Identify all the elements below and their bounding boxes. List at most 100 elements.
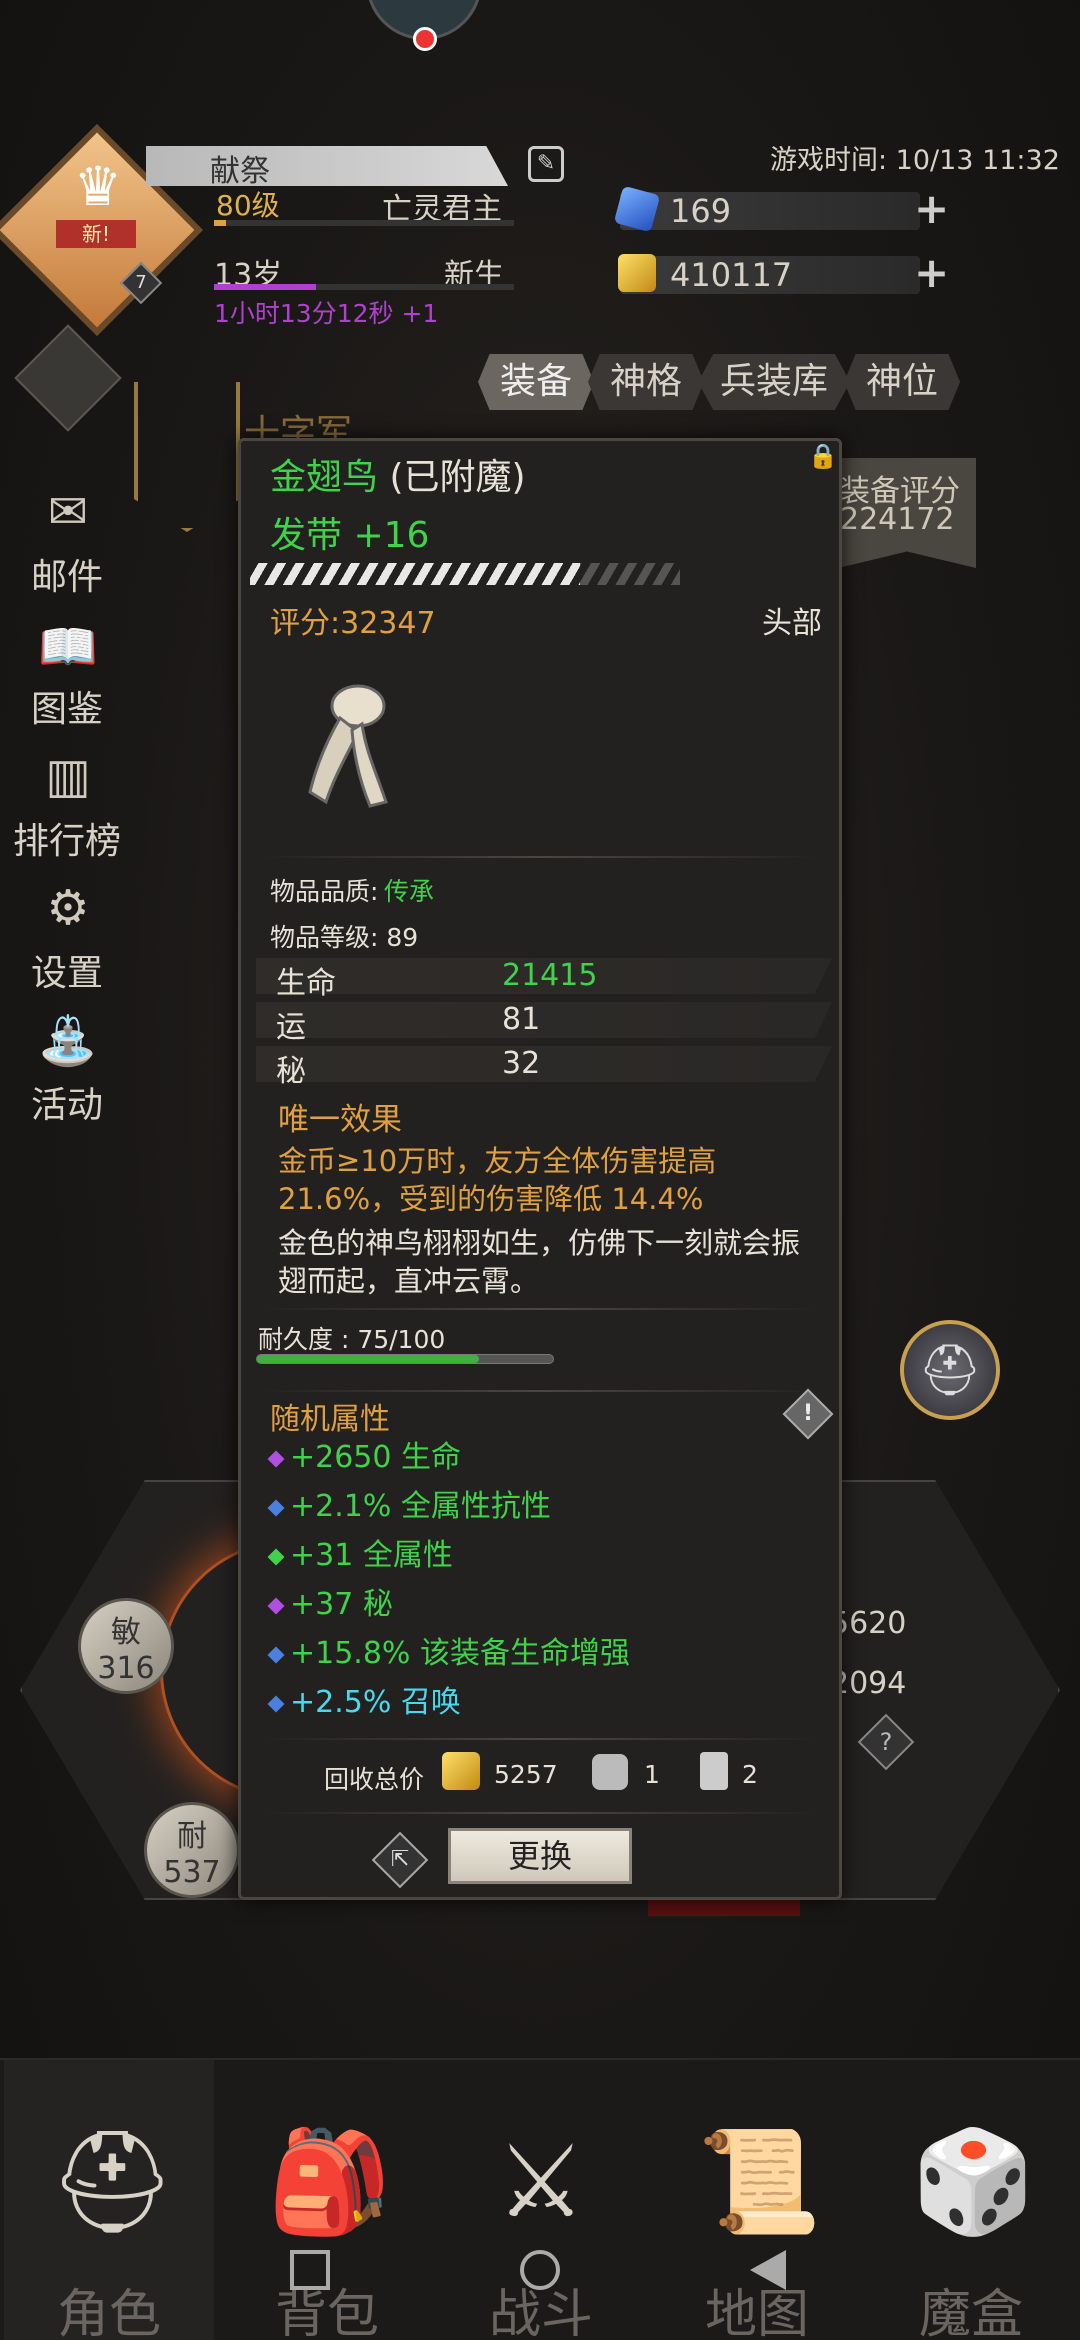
endurance-value: 537 bbox=[163, 1855, 221, 1890]
book-icon[interactable]: 📖 bbox=[30, 618, 106, 688]
salvage-material-1: 1 bbox=[644, 1760, 660, 1789]
divider bbox=[260, 1390, 820, 1392]
sword-shield-icon: ⚔ bbox=[496, 2123, 586, 2240]
flavor-text: 金色的神鸟栩栩如生，仿佛下一刻就会振翅而起，直冲云霄。 bbox=[278, 1226, 801, 1298]
gold-coin-icon bbox=[618, 254, 656, 292]
tab-equipment[interactable]: 装备 bbox=[478, 354, 595, 410]
notification-dot bbox=[413, 27, 437, 51]
tab-armory[interactable]: 兵装库 bbox=[698, 354, 851, 410]
edit-icon[interactable]: ✎ bbox=[528, 146, 564, 182]
sidebar-item-leaderboard[interactable]: 排行榜 bbox=[12, 812, 122, 864]
quality-label: 物品品质: bbox=[270, 877, 379, 906]
name-bar bbox=[146, 146, 508, 186]
gear-icon[interactable]: ⚙ bbox=[30, 880, 106, 950]
random-attribute: +37 秘 bbox=[267, 1579, 393, 1623]
gem-icon bbox=[267, 1646, 285, 1663]
level-progress-bar bbox=[214, 220, 514, 226]
crown-icon: ♛ bbox=[73, 155, 123, 218]
new-badge: 新! bbox=[56, 220, 136, 248]
divider bbox=[260, 856, 820, 858]
divider bbox=[260, 1812, 820, 1814]
item-name-main: 金翅鸟 bbox=[270, 457, 379, 498]
add-gold-button[interactable]: + bbox=[914, 248, 949, 297]
salvage-gold: 5257 bbox=[494, 1760, 558, 1789]
durability-bar bbox=[256, 1354, 554, 1364]
tab-divinity[interactable]: 神格 bbox=[588, 354, 705, 410]
stat-name: 生命 bbox=[276, 966, 336, 1001]
random-attribute: +2650 生命 bbox=[267, 1432, 461, 1476]
magic-box-icon: 🎲 bbox=[911, 2123, 1036, 2240]
age-progress-bar bbox=[214, 284, 514, 290]
quality-value: 传承 bbox=[384, 877, 435, 906]
random-attribute: +2.1% 全属性抗性 bbox=[267, 1481, 551, 1525]
helmet-icon: ⛑ bbox=[49, 2123, 176, 2240]
nav-battle[interactable]: ⚔ 战斗 bbox=[436, 2060, 646, 2340]
nav-label: 魔盒 bbox=[918, 2285, 1023, 2340]
home-button[interactable] bbox=[520, 2250, 560, 2290]
stat-row bbox=[256, 1002, 832, 1038]
top-avatar[interactable] bbox=[366, 0, 482, 51]
chart-icon[interactable]: ▥ bbox=[30, 748, 106, 818]
gem-icon bbox=[267, 1450, 285, 1467]
helmet-badge-icon[interactable]: ⛑ bbox=[900, 1320, 1000, 1420]
sidebar-item-mail[interactable]: 邮件 bbox=[12, 548, 122, 600]
unique-effect-title: 唯一效果 bbox=[278, 1102, 402, 1138]
stat-row bbox=[256, 1046, 832, 1082]
gem-count: 169 bbox=[670, 192, 732, 230]
item-level: 物品等级: 89 bbox=[270, 923, 419, 952]
salvage-label: 回收总价 bbox=[324, 1765, 425, 1794]
sidebar-item-album[interactable]: 图鉴 bbox=[12, 680, 122, 732]
durability-fill bbox=[257, 1355, 479, 1363]
stat-name: 秘 bbox=[276, 1054, 306, 1089]
class-banner bbox=[134, 382, 240, 532]
enchant-progress-bar bbox=[250, 563, 680, 585]
item-slot: 头部 bbox=[762, 606, 822, 641]
collapse-menu-button[interactable] bbox=[14, 324, 122, 432]
stat-value: 81 bbox=[502, 1002, 541, 1037]
item-name-suffix: (已附魔) bbox=[389, 457, 526, 498]
gold-count: 410117 bbox=[670, 256, 793, 294]
gem-icon bbox=[267, 1548, 285, 1565]
recent-apps-button[interactable] bbox=[290, 2250, 330, 2290]
gem-bar bbox=[620, 192, 920, 230]
stat-name: 运 bbox=[276, 1010, 306, 1045]
gem-icon bbox=[267, 1499, 285, 1516]
divider bbox=[260, 1308, 820, 1310]
add-gems-button[interactable]: + bbox=[914, 184, 949, 233]
item-name: 金翅鸟 (已附魔) bbox=[270, 448, 526, 500]
item-type: 发带 +16 bbox=[270, 515, 430, 556]
divider bbox=[260, 1738, 820, 1740]
sidebar-item-settings[interactable]: 设置 bbox=[12, 944, 122, 996]
gem-icon bbox=[267, 1695, 285, 1712]
durability-label: 耐久度 : 75/100 bbox=[258, 1325, 446, 1354]
endurance-stat[interactable]: 耐 537 bbox=[144, 1802, 240, 1898]
age-timer: 1小时13分12秒 +1 bbox=[214, 299, 439, 328]
replace-button[interactable]: 更换 bbox=[448, 1828, 632, 1884]
item-score: 评分:32347 bbox=[270, 606, 436, 641]
agility-value: 316 bbox=[97, 1651, 155, 1686]
nav-backpack[interactable]: 🎒 背包 bbox=[222, 2060, 432, 2340]
event-icon[interactable]: ⛲ bbox=[30, 1012, 106, 1082]
random-attribute: +31 全属性 bbox=[267, 1530, 453, 1574]
enchant-progress-remaining bbox=[580, 563, 680, 585]
material-icon bbox=[700, 1752, 728, 1790]
tab-god-seat[interactable]: 神位 bbox=[844, 354, 961, 410]
nav-magic-box[interactable]: 🎲 魔盒 bbox=[866, 2060, 1076, 2340]
material-icon bbox=[592, 1754, 628, 1790]
age-progress-fill bbox=[214, 284, 316, 290]
nav-character[interactable]: ⛑ 角色 bbox=[4, 2060, 214, 2340]
level-progress-fill bbox=[214, 220, 226, 226]
nav-map[interactable]: 📜 地图 bbox=[652, 2060, 862, 2340]
scroll-map-icon: 📜 bbox=[697, 2123, 822, 2240]
unique-effect-text: 金币≥10万时，友方全体伤害提高 21.6%，受到的伤害降低 14.4% bbox=[278, 1144, 717, 1216]
stat-value: 21415 bbox=[502, 958, 598, 993]
random-attribute: +15.8% 该装备生命增强 bbox=[267, 1628, 630, 1672]
back-button[interactable] bbox=[750, 2250, 786, 2290]
mail-icon[interactable]: ✉ bbox=[30, 484, 106, 554]
gem-icon bbox=[267, 1597, 285, 1614]
nav-label: 角色 bbox=[56, 2285, 161, 2340]
sidebar-item-events[interactable]: 活动 bbox=[12, 1076, 122, 1128]
lock-icon[interactable]: 🔒 bbox=[808, 442, 838, 470]
agility-stat[interactable]: 敏 316 bbox=[78, 1598, 174, 1694]
agility-label: 敏 bbox=[111, 1615, 141, 1650]
